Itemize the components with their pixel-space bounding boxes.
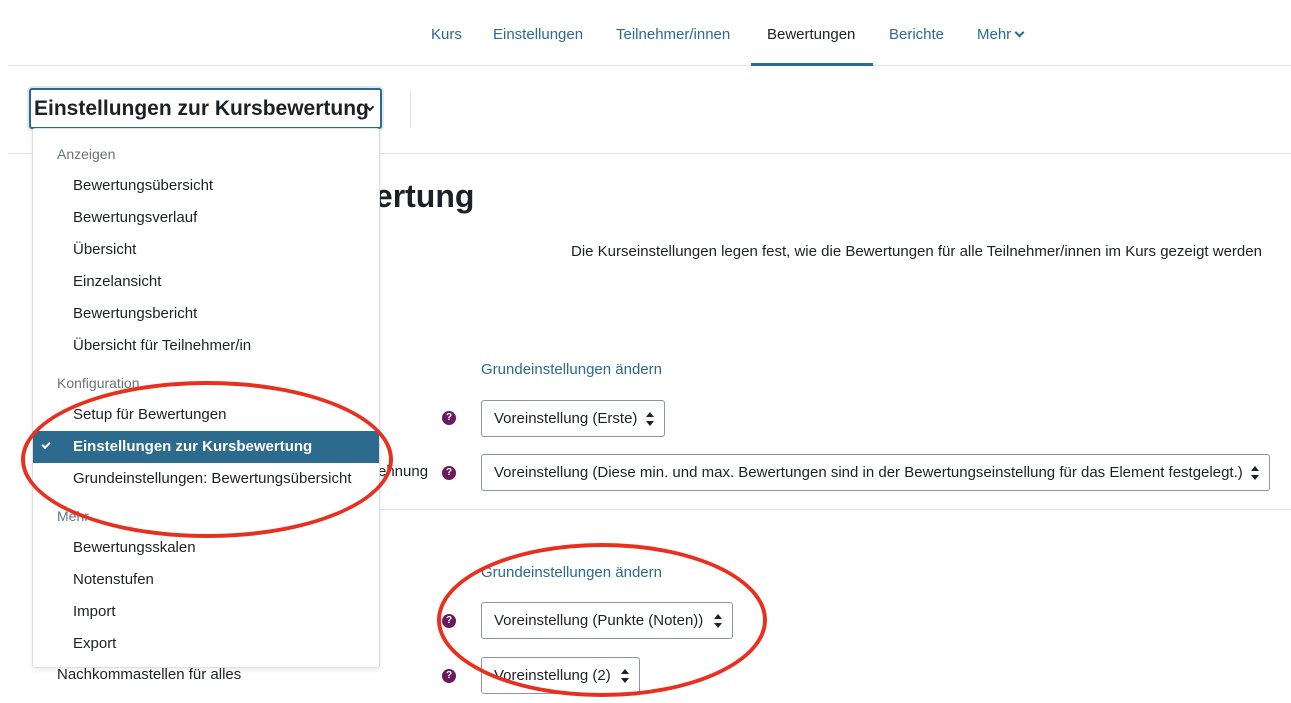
minmax-select[interactable]: Voreinstellung (Diese min. und max. Bewe… — [481, 454, 1270, 491]
check-icon — [41, 439, 51, 450]
help-icon[interactable]: ? — [442, 411, 456, 425]
menu-item-import[interactable]: Import — [33, 596, 379, 628]
menu-header-konfiguration: Konfiguration — [57, 375, 140, 391]
report-selector[interactable]: Einstellungen zur Kursbewertung — [29, 88, 382, 129]
change-defaults-link-1[interactable]: Grundeinstellungen ändern — [481, 361, 662, 378]
menu-item-uebersicht-teilnehmer[interactable]: Übersicht für Teilnehmer/in — [33, 330, 379, 362]
menu-item-einzelansicht[interactable]: Einzelansicht — [33, 266, 379, 298]
grade-display-type-select[interactable]: Voreinstellung (Punkte (Noten)) — [481, 602, 733, 639]
select-value: Voreinstellung (Punkte (Noten)) — [494, 612, 704, 629]
menu-item-kursbewertung[interactable]: Einstellungen zur Kursbewertung — [33, 431, 379, 463]
menu-item-export[interactable]: Export — [33, 628, 379, 660]
menu-item-bewertungsbericht[interactable]: Bewertungsbericht — [33, 298, 379, 330]
section-divider — [374, 509, 1291, 510]
page-description: Die Kurseinstellungen legen fest, wie di… — [571, 243, 1262, 260]
menu-header-anzeigen: Anzeigen — [57, 146, 116, 162]
select-value: Voreinstellung (Erste) — [494, 410, 638, 427]
tab-teilnehmer[interactable]: Teilnehmer/innen — [616, 0, 730, 66]
course-nav: Kurs Einstellungen Teilnehmer/innen Bewe… — [8, 0, 1291, 66]
chevron-down-icon — [1014, 27, 1025, 38]
select-arrows-icon — [714, 614, 722, 628]
tab-mehr[interactable]: Mehr — [977, 0, 1025, 66]
tab-berichte[interactable]: Berichte — [889, 0, 944, 66]
menu-item-label: Einstellungen zur Kursbewertung — [73, 438, 313, 455]
report-selector-label: Einstellungen zur Kursbewertung — [34, 97, 369, 120]
help-icon[interactable]: ? — [442, 466, 456, 480]
tab-kurs[interactable]: Kurs — [431, 0, 462, 66]
menu-item-notenstufen[interactable]: Notenstufen — [33, 564, 379, 596]
select-arrows-icon — [1251, 466, 1259, 480]
tab-einstellungen[interactable]: Einstellungen — [493, 0, 583, 66]
menu-item-grundeinstellungen[interactable]: Grundeinstellungen: Bewertungsübersicht — [33, 463, 379, 495]
decimal-points-select[interactable]: Voreinstellung (2) — [481, 657, 640, 694]
menu-item-uebersicht[interactable]: Übersicht — [33, 234, 379, 266]
tab-bewertungen[interactable]: Bewertungen — [751, 0, 873, 66]
help-icon[interactable]: ? — [442, 669, 456, 683]
help-icon[interactable]: ? — [442, 614, 456, 628]
select-arrows-icon — [621, 669, 629, 683]
select-arrows-icon — [646, 412, 654, 426]
menu-item-bewertungsverlauf[interactable]: Bewertungsverlauf — [33, 202, 379, 234]
field-label-range: ehnung — [378, 463, 429, 480]
report-selector-menu: Anzeigen Bewertungsübersicht Bewertungsv… — [32, 128, 380, 668]
menu-item-setup[interactable]: Setup für Bewertungen — [33, 399, 379, 431]
change-defaults-link-2[interactable]: Grundeinstellungen ändern — [481, 564, 662, 581]
menu-item-bewertungsuebersicht[interactable]: Bewertungsübersicht — [33, 170, 379, 202]
select-value: Voreinstellung (2) — [494, 667, 611, 684]
menu-header-mehr: Mehr — [57, 508, 89, 524]
tab-mehr-label: Mehr — [977, 26, 1012, 43]
decimal-points-label: Nachkommastellen für alles — [57, 666, 242, 683]
divider — [410, 92, 411, 128]
aggregation-position-select[interactable]: Voreinstellung (Erste) — [481, 400, 665, 437]
select-value: Voreinstellung (Diese min. und max. Bewe… — [494, 464, 1243, 481]
menu-item-bewertungsskalen[interactable]: Bewertungsskalen — [33, 532, 379, 564]
